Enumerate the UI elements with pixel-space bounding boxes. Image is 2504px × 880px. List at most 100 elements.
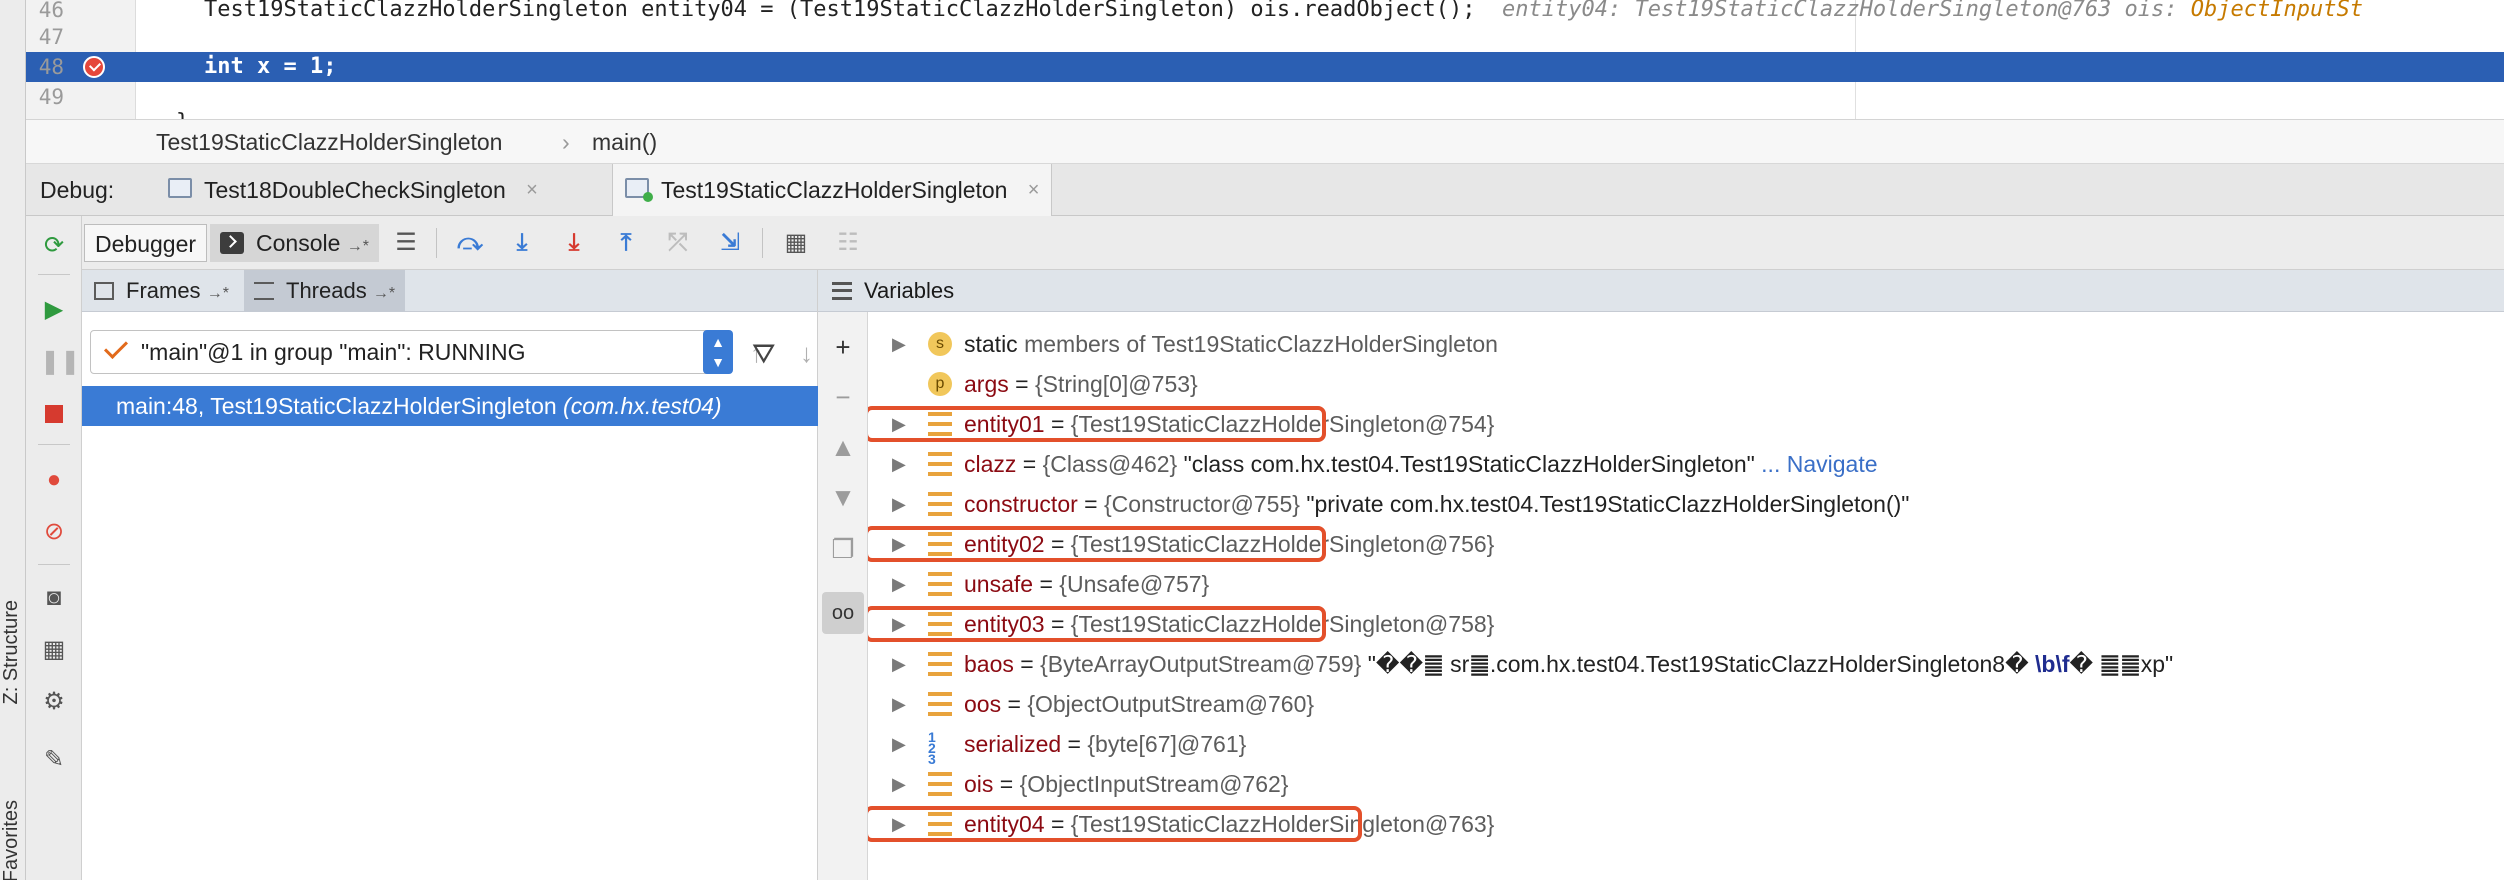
tab-test18-doublecheck[interactable]: Test18DoubleCheckSingleton × xyxy=(156,164,550,216)
drop-frame-icon[interactable]: ⤱ xyxy=(664,229,692,257)
object-reference: {String[0]@753} xyxy=(1034,371,1198,397)
variable-value: = {ByteArrayOutputStream@759} "��䷀ sr䷀.c… xyxy=(1013,651,2174,677)
code-line-48-execution-point[interactable]: 48 int x = 1; xyxy=(26,52,2504,82)
expand-arrow-icon[interactable]: ▶ xyxy=(892,324,906,364)
code-line-partial: } xyxy=(26,108,2504,119)
tab-threads[interactable]: Threads →* xyxy=(244,270,406,312)
next-frame-icon[interactable]: ↓ xyxy=(800,338,813,369)
pause-icon[interactable]: ❚❚ xyxy=(40,348,80,376)
run-config-icon xyxy=(168,178,192,198)
pin-tab-icon[interactable]: →* xyxy=(373,285,395,302)
force-step-into-icon[interactable]: ⤓ xyxy=(560,229,588,257)
variable-name: serialized xyxy=(964,731,1062,757)
inline-debug-hint: entity04: Test19StaticClazzHolderSinglet… xyxy=(1502,0,2363,22)
tab-test19-staticclazzholder[interactable]: Test19StaticClazzHolderSingleton × xyxy=(612,164,1053,216)
mute-breakpoints-icon[interactable]: ⊘ xyxy=(40,518,68,546)
expand-arrow-icon[interactable]: ▶ xyxy=(892,724,906,764)
structure-tool-tab[interactable]: Z: Structure xyxy=(0,600,26,704)
pin-tab-icon[interactable]: →* xyxy=(347,238,369,255)
variable-name-text: clazz = {Class@462} "class com.hx.test04… xyxy=(964,444,1878,484)
variable-row-unsafe[interactable]: ▶ unsafe = {Unsafe@757} xyxy=(868,564,2504,604)
tab-label: Console xyxy=(256,230,341,256)
run-to-cursor-icon[interactable]: ⇲ xyxy=(716,229,744,257)
trace-icon[interactable]: ☷ xyxy=(834,229,862,257)
breakpoint-icon[interactable] xyxy=(83,56,105,78)
step-into-icon[interactable]: ⤓ xyxy=(508,229,536,257)
code-editor[interactable]: 46 Test19StaticClazzHolderSingleton enti… xyxy=(26,0,2504,120)
variable-row-constructor[interactable]: ▶ constructor = {Constructor@755} "privat… xyxy=(868,484,2504,524)
string-value: "class com.hx.test04.Test19StaticClazzHo… xyxy=(1177,451,1755,477)
close-icon[interactable]: × xyxy=(526,164,538,216)
remove-watch-icon[interactable]: − xyxy=(828,382,858,412)
add-watch-icon[interactable]: + xyxy=(828,332,858,362)
tab-frames[interactable]: Frames →* xyxy=(94,270,229,312)
thread-selector[interactable]: "main"@1 in group "main": RUNNING ▲ ▼ xyxy=(90,330,733,374)
settings-gear-icon[interactable]: ⚙ xyxy=(40,688,68,716)
pin-tab-icon[interactable]: →* xyxy=(207,285,229,302)
move-down-icon[interactable]: ▼ xyxy=(828,482,858,512)
variable-row-static[interactable]: ▶ s static members of Test19StaticClazzHol… xyxy=(868,324,2504,364)
expand-arrow-icon[interactable]: ▶ xyxy=(892,484,906,524)
tab-label: Test18DoubleCheckSingleton xyxy=(204,177,506,203)
navigate-link[interactable]: ... Navigate xyxy=(1755,451,1877,477)
tab-debugger[interactable]: Debugger xyxy=(84,224,208,262)
variable-name: ois xyxy=(964,771,994,797)
highlight-annotation-box xyxy=(864,526,1326,562)
favorites-tool-tab[interactable]: Favorites xyxy=(0,800,26,880)
breadcrumb-class[interactable]: Test19StaticClazzHolderSingleton xyxy=(156,120,502,164)
variables-panel-header: Variables xyxy=(818,270,2504,312)
evaluate-expression-icon[interactable]: ▦ xyxy=(782,229,810,257)
rerun-icon[interactable]: ⟳ xyxy=(40,232,68,260)
variable-row-args[interactable]: p args = {String[0]@753} xyxy=(868,364,2504,404)
line-number: 48 xyxy=(38,55,64,79)
copy-watch-icon[interactable]: ❐ xyxy=(828,534,858,564)
code-line-47[interactable]: 47 xyxy=(26,22,2504,52)
tab-console[interactable]: Console →* xyxy=(210,224,380,262)
step-over-icon[interactable]: ⤼ xyxy=(456,229,484,257)
variable-name-text: oos = {ObjectOutputStream@760} xyxy=(964,684,1314,724)
resume-icon[interactable]: ▶ xyxy=(40,296,68,324)
static-members-text: members of Test19StaticClazzHolderSingle… xyxy=(1017,331,1498,357)
show-watches-glasses-icon[interactable]: oo xyxy=(822,592,864,634)
line-number: 47 xyxy=(38,25,64,49)
variable-value: = {Class@462} "class com.hx.test04.Test1… xyxy=(1016,451,1878,477)
separator xyxy=(762,228,763,258)
frame-method: main:48, Test19StaticClazzHolderSingleto… xyxy=(116,393,557,419)
variable-row-serialized[interactable]: ▶ 1 2 3 serialized = {byte[67]@761} xyxy=(868,724,2504,766)
variable-row-clazz[interactable]: ▶ clazz = {Class@462} "class com.hx.test0… xyxy=(868,444,2504,484)
stack-frame-row[interactable]: main:48, Test19StaticClazzHolderSingleto… xyxy=(82,386,818,426)
variable-row-baos[interactable]: ▶ baos = {ByteArrayOutputStream@759} "��䷀… xyxy=(868,644,2504,684)
view-breakpoints-icon[interactable]: ● xyxy=(40,466,68,494)
step-out-icon[interactable]: ⤒ xyxy=(612,229,640,257)
move-up-icon[interactable]: ▲ xyxy=(828,432,858,462)
variable-name-text: serialized = {byte[67]@761} xyxy=(964,724,1246,764)
pin-icon[interactable]: ✎ xyxy=(40,746,68,774)
stop-icon[interactable] xyxy=(40,400,68,428)
dropdown-arrows-icon[interactable]: ▲ ▼ xyxy=(703,330,733,374)
threads-icon xyxy=(254,282,274,300)
close-icon[interactable]: × xyxy=(1028,164,1040,216)
restore-layout-icon[interactable]: ☰ xyxy=(392,229,420,257)
expand-arrow-icon[interactable]: ▶ xyxy=(892,644,906,684)
camera-icon[interactable]: ◙ xyxy=(40,584,68,612)
variable-name: oos xyxy=(964,691,1002,717)
variable-name: static xyxy=(964,331,1018,357)
variable-name-text: args = {String[0]@753} xyxy=(964,364,1198,404)
debugger-side-toolbar: ⟳ ▶ ❚❚ ● ⊘ ◙ ▦ ⚙ ✎ xyxy=(26,216,82,880)
filter-icon[interactable]: ⛛ xyxy=(752,338,776,371)
expand-arrow-icon[interactable]: ▶ xyxy=(892,444,906,484)
favorites-tab-label: Favorites xyxy=(0,800,22,880)
expand-arrow-icon[interactable]: ▶ xyxy=(892,684,906,724)
expand-arrow-icon[interactable]: ▶ xyxy=(892,564,906,604)
variable-name-text: constructor = {Constructor@755} "private… xyxy=(964,484,1909,524)
breadcrumb-method[interactable]: main() xyxy=(592,120,657,164)
tab-label: Test19StaticClazzHolderSingleton xyxy=(661,177,1008,203)
variable-row-ois[interactable]: ▶ ois = {ObjectInputStream@762} xyxy=(868,764,2504,804)
breadcrumb-separator: › xyxy=(562,129,570,155)
expand-arrow-icon[interactable]: ▶ xyxy=(892,764,906,804)
variable-row-oos[interactable]: ▶ oos = {ObjectOutputStream@760} xyxy=(868,684,2504,724)
layout-icon[interactable]: ▦ xyxy=(40,636,68,664)
escape-sequence: \b\f xyxy=(2035,651,2070,677)
variable-name: clazz xyxy=(964,451,1017,477)
field-icon xyxy=(928,692,952,716)
